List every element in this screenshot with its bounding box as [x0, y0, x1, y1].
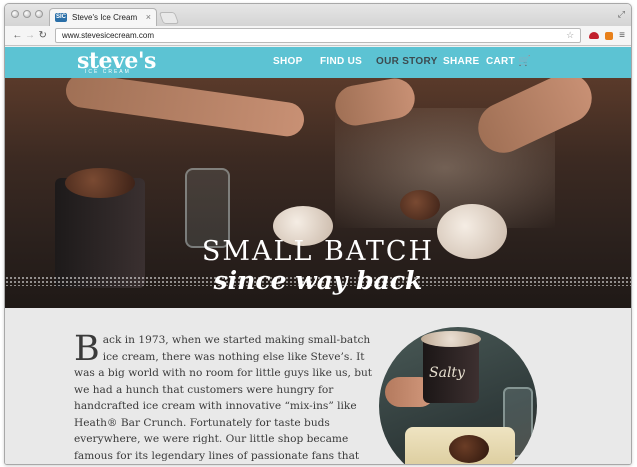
menu-icon[interactable]: ≡: [619, 30, 625, 41]
brand-tagline: ICE CREAM: [85, 69, 131, 75]
close-window-button[interactable]: [11, 10, 19, 18]
cart-icon: 🛒: [517, 56, 531, 67]
hero-banner: SMALL BATCH since way back: [5, 78, 631, 308]
fullscreen-icon[interactable]: ⤢: [618, 9, 625, 20]
hero-arm-left: [63, 78, 307, 139]
nav-share[interactable]: SHARE: [443, 56, 480, 67]
reload-button[interactable]: ↻: [36, 30, 49, 41]
photo-pint-top: [421, 331, 481, 347]
hero-pint-top: [65, 168, 135, 198]
window-controls: [11, 10, 43, 18]
drop-cap: B: [74, 329, 100, 369]
photo-treat: [449, 435, 489, 463]
extensions: ≡: [589, 30, 625, 41]
maximize-window-button[interactable]: [35, 10, 43, 18]
nav-find-us[interactable]: FIND US: [320, 56, 362, 67]
photo-pint-label: Salty: [429, 365, 465, 381]
hero-chocolate-scoop: [400, 190, 440, 220]
site-header: steve's ICE CREAM SHOP FIND US OUR STORY…: [5, 47, 631, 78]
back-button[interactable]: ←: [11, 30, 24, 41]
browser-tab[interactable]: SIC Steve's Ice Cream ×: [49, 8, 157, 26]
address-url: www.stevesicecream.com: [61, 31, 154, 40]
tab-strip: SIC Steve's Ice Cream × ⤢: [5, 4, 631, 26]
page-viewport: steve's ICE CREAM SHOP FIND US OUR STORY…: [5, 47, 631, 464]
story-paragraph: Back in 1973, when we started making sma…: [74, 329, 376, 464]
browser-toolbar: ← → ↻ www.stevesicecream.com ☆ ≡: [5, 26, 631, 46]
ice-cream-photo: Salty: [379, 327, 537, 464]
minimize-window-button[interactable]: [23, 10, 31, 18]
nav-cart-label: CART: [486, 56, 515, 67]
extension-red-icon[interactable]: [589, 32, 600, 39]
tab-close-icon[interactable]: ×: [146, 13, 151, 22]
hero-subtitle: since way back: [213, 266, 423, 295]
hero-title: SMALL BATCH: [201, 236, 435, 267]
forward-button[interactable]: →: [24, 30, 37, 41]
nav-shop[interactable]: SHOP: [273, 56, 303, 67]
favicon-icon: SIC: [55, 13, 67, 22]
new-tab-button[interactable]: [158, 12, 180, 24]
star-icon[interactable]: ☆: [566, 30, 574, 41]
nav-cart[interactable]: CART 🛒: [486, 56, 531, 67]
address-bar[interactable]: www.stevesicecream.com ☆: [54, 28, 582, 43]
story-section: Back in 1973, when we started making sma…: [5, 308, 631, 464]
extension-orange-icon[interactable]: [605, 31, 614, 40]
nav-our-story[interactable]: OUR STORY: [376, 56, 438, 67]
story-body: ack in 1973, when we started making smal…: [74, 334, 373, 462]
tab-title: Steve's Ice Cream: [72, 13, 138, 22]
browser-window: SIC Steve's Ice Cream × ⤢ ← → ↻ www.stev…: [4, 3, 632, 465]
